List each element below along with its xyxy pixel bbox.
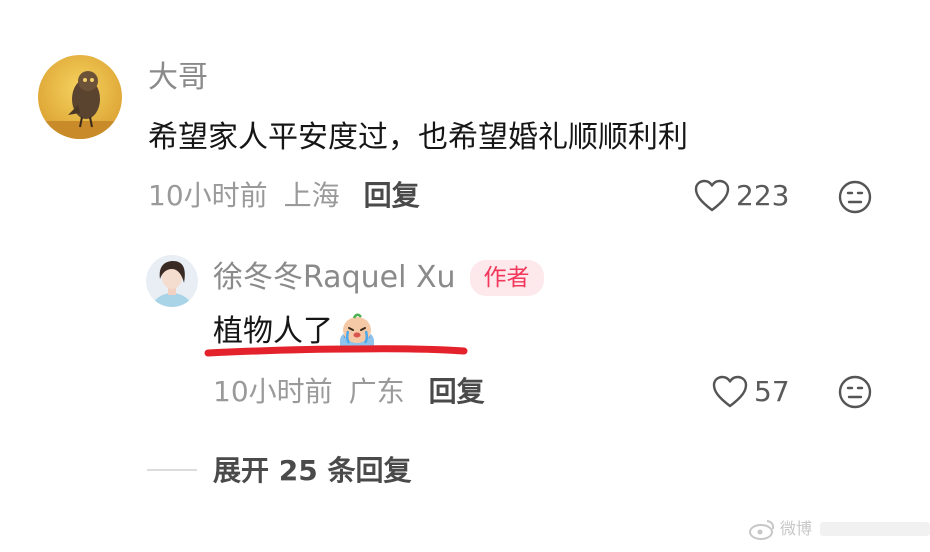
watermark-username-blur — [820, 522, 930, 536]
reply-meta: 10小时前 广东 回复 — [213, 372, 485, 412]
reply-react-button[interactable] — [836, 373, 874, 411]
comment-time: 10小时前 — [148, 179, 268, 212]
reply-location: 广东 — [348, 375, 405, 408]
reply-author-avatar[interactable] — [146, 255, 198, 307]
weibo-watermark: 微博 — [748, 518, 930, 540]
emoji-face-icon — [838, 180, 872, 214]
expand-divider — [147, 469, 197, 471]
watermark-text: 微博 — [780, 519, 813, 538]
reply-reply-button[interactable]: 回复 — [429, 372, 485, 412]
emoji-face-icon — [838, 375, 872, 409]
reply-like-count: 57 — [754, 375, 790, 408]
reply-time: 10小时前 — [213, 375, 333, 408]
commenter-avatar[interactable] — [38, 55, 122, 139]
comment-meta: 10小时前 上海 回复 — [148, 176, 420, 216]
heart-icon — [694, 179, 730, 212]
reply-author-row: 徐冬冬Raquel Xu 作者 — [213, 258, 544, 298]
comment-like-count: 223 — [736, 179, 790, 212]
author-badge: 作者 — [469, 260, 544, 296]
expand-replies-button[interactable]: 展开 25 条回复 — [213, 451, 411, 491]
weibo-logo-icon — [749, 520, 775, 540]
comment-reply-button[interactable]: 回复 — [364, 176, 420, 216]
comment-location: 上海 — [283, 179, 340, 212]
reply-author-name[interactable]: 徐冬冬Raquel Xu — [213, 258, 456, 298]
comment-react-button[interactable] — [836, 178, 874, 216]
highlight-underline — [204, 345, 468, 357]
heart-icon — [712, 375, 748, 408]
reply-like-button[interactable]: 57 — [712, 372, 790, 412]
comment-text: 希望家人平安度过，也希望婚礼顺顺利利 — [148, 120, 688, 155]
commenter-name[interactable]: 大哥 — [148, 58, 208, 98]
comment-like-button[interactable]: 223 — [694, 176, 789, 216]
